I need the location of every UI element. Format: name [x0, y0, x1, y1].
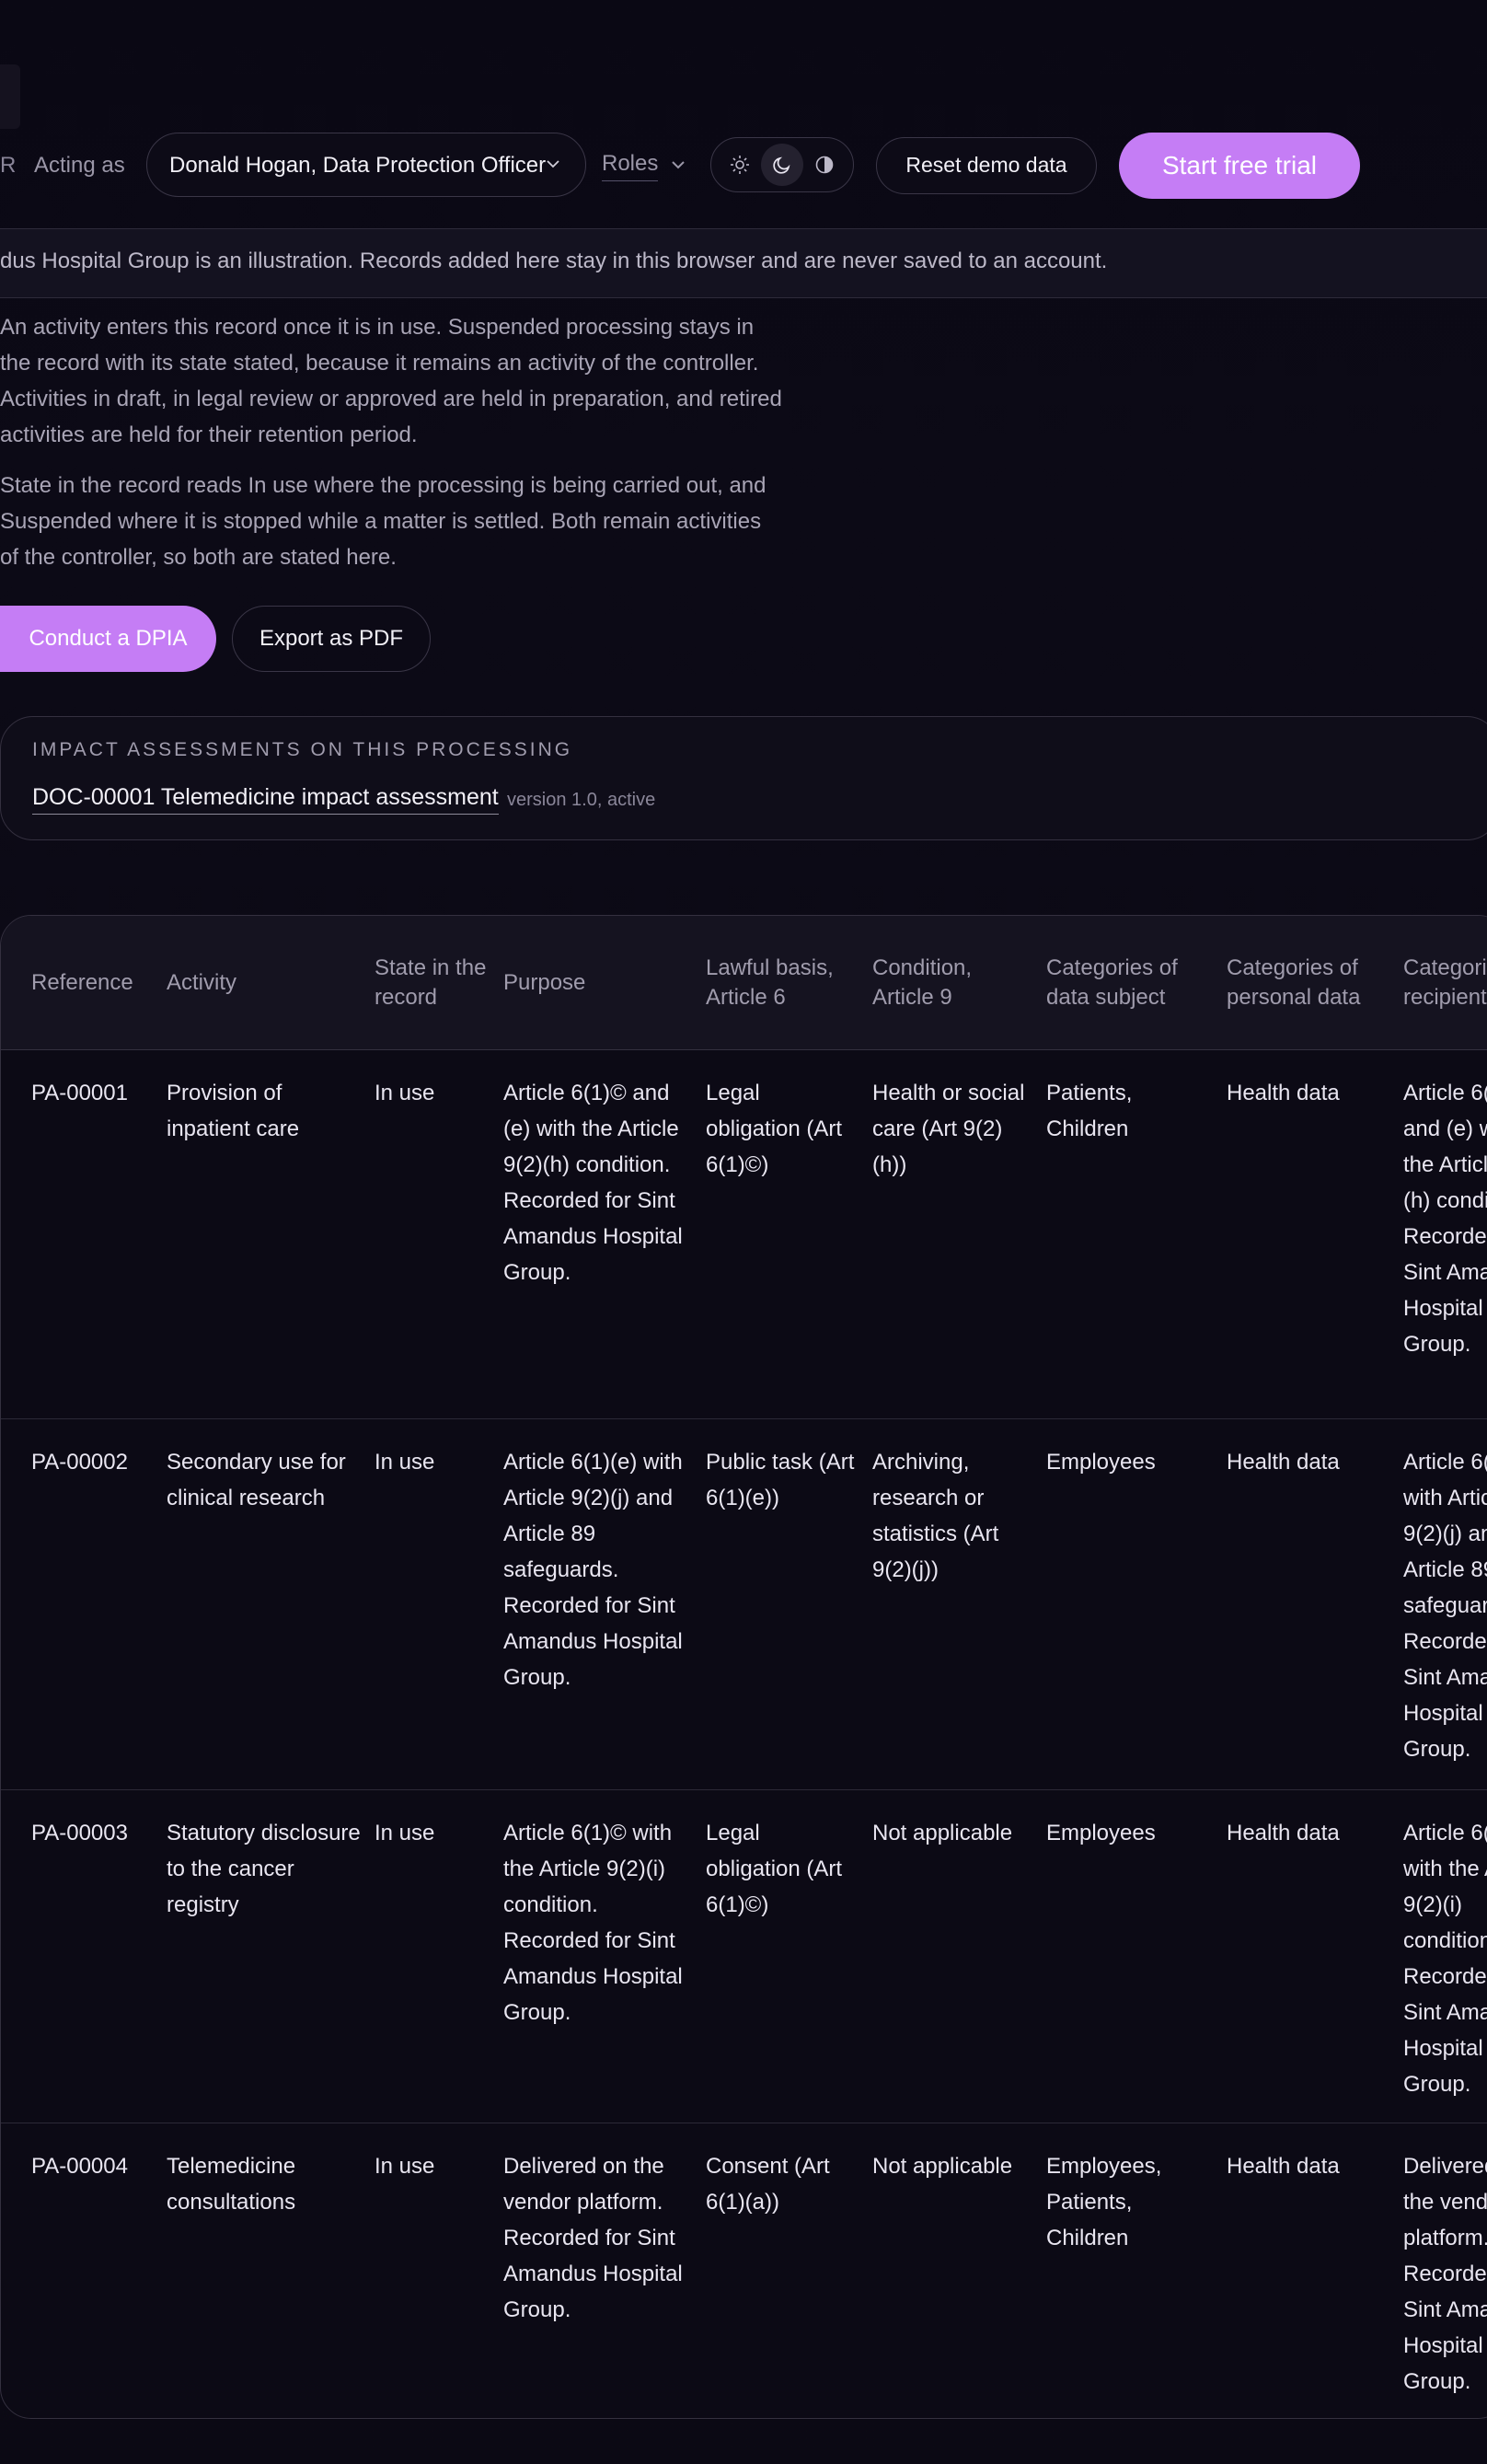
table-cell: PA-00004	[31, 2154, 128, 2179]
demo-notice-text: dus Hospital Group is an illustration. R…	[0, 249, 1108, 273]
table-header-row: Reference Activity State in the record P…	[1, 916, 1487, 1050]
table-cell: Legal obligation (Art 6(1)©)	[706, 1789, 872, 2123]
table-cell: In use	[375, 1418, 503, 1790]
processing-activities-table: Reference Activity State in the record P…	[0, 915, 1487, 2419]
contrast-icon	[815, 156, 834, 174]
roles-menu[interactable]: Roles	[602, 151, 659, 181]
moon-icon	[773, 156, 790, 174]
truncated-header-text: R	[0, 153, 17, 178]
chevron-down-icon	[672, 161, 685, 169]
theme-light-option[interactable]	[719, 144, 761, 186]
table-cell: PA-00001	[1, 1049, 167, 1419]
top-toolbar: R Acting as Donald Hogan, Data Protectio…	[0, 133, 1487, 199]
impact-assessment-version: version 1.0, active	[507, 790, 656, 810]
conduct-dpia-button[interactable]: Conduct a DPIA	[0, 606, 216, 672]
theme-switcher	[710, 137, 854, 192]
column-header: Reference	[1, 916, 167, 1050]
table-row[interactable]: PA-00001 Provision of inpatient care In …	[1, 1049, 1487, 1419]
table-cell: Health data	[1227, 1789, 1403, 2123]
table-cell: Archiving, research or statistics (Art 9…	[872, 1418, 1046, 1790]
theme-contrast-option[interactable]	[803, 144, 846, 186]
table-cell: In use	[375, 1789, 503, 2123]
table-cell: Employees	[1046, 1418, 1227, 1790]
table-cell: Statutory disclosure to the cancer regis…	[167, 1789, 375, 2123]
impact-assessments-card: IMPACT ASSESSMENTS ON THIS PROCESSING DO…	[0, 716, 1487, 840]
acting-as-select[interactable]: Donald Hogan, Data Protection Officer	[146, 133, 586, 197]
table-cell: Health or social care (Art 9(2)(h))	[872, 1049, 1046, 1419]
column-header: Purpose	[503, 916, 706, 1050]
acting-as-label: Acting as	[34, 153, 125, 178]
acting-as-value: Donald Hogan, Data Protection Officer	[169, 153, 547, 178]
column-header: Categories of recipients	[1403, 916, 1487, 1050]
impact-assessment-link[interactable]: DOC-00001 Telemedicine impact assessment	[32, 784, 499, 815]
chevron-down-icon	[547, 160, 559, 168]
table-row[interactable]: PA-00004 Telemedicine consultations In u…	[1, 2123, 1487, 2419]
theme-dark-option[interactable]	[761, 144, 803, 186]
reset-demo-data-button[interactable]: Reset demo data	[876, 137, 1097, 194]
sun-icon	[731, 156, 749, 174]
partial-title-block	[0, 64, 20, 129]
column-header: State in the record	[375, 916, 503, 1050]
table-cell: Legal obligation (Art 6(1)©)	[706, 1049, 872, 1419]
table-cell: Delivered on the vendor platform. Record…	[1403, 2154, 1487, 2394]
column-header: Condition, Article 9	[872, 916, 1046, 1050]
table-cell: Article 6(1)© and (e) with the Article 9…	[1403, 1049, 1487, 1419]
table-cell: Health data	[1227, 1049, 1403, 1419]
column-header: Categories of personal data	[1227, 916, 1403, 1050]
table-cell: Provision of inpatient care	[167, 1049, 375, 1419]
column-header: Categories of data subject	[1046, 916, 1227, 1050]
table-cell: Article 6(1)(e) with Article 9(2)(j) and…	[503, 1418, 706, 1790]
state-explanation-paragraph: State in the record reads In use where t…	[0, 473, 767, 570]
table-cell: Delivered on the vendor platform. Record…	[503, 2154, 683, 2322]
table-cell: PA-00002	[1, 1418, 167, 1790]
table-row[interactable]: PA-00003 Statutory disclosure to the can…	[1, 1789, 1487, 2123]
impact-assessments-title: IMPACT ASSESSMENTS ON THIS PROCESSING	[32, 739, 573, 760]
table-cell: Telemedicine consultations	[167, 2154, 296, 2215]
table-cell: Not applicable	[872, 2154, 1013, 2179]
intro-paragraph: An activity enters this record once it i…	[0, 315, 782, 447]
table-cell: Article 6(1)© with the Article 9(2)(i) c…	[1403, 1789, 1487, 2123]
table-cell: In use	[375, 2154, 435, 2179]
table-cell: Employees	[1046, 1789, 1227, 2123]
table-cell: Secondary use for clinical research	[167, 1418, 375, 1790]
table-cell: Health data	[1227, 2154, 1340, 2179]
column-header: Activity	[167, 916, 375, 1050]
table-cell: Not applicable	[872, 1789, 1046, 2123]
table-row[interactable]: PA-00002 Secondary use for clinical rese…	[1, 1418, 1487, 1790]
table-cell: In use	[375, 1049, 503, 1419]
table-cell: Article 6(1)(e) with Article 9(2)(j) and…	[1403, 1418, 1487, 1790]
table-cell: Employees, Patients, Children	[1046, 2154, 1162, 2250]
table-cell: Consent (Art 6(1)(a))	[706, 2154, 830, 2215]
table-cell: Article 6(1)© with the Article 9(2)(i) c…	[503, 1789, 706, 2123]
column-header: Lawful basis, Article 6	[706, 916, 872, 1050]
demo-notice-banner: dus Hospital Group is an illustration. R…	[0, 228, 1487, 298]
table-cell: Public task (Art 6(1)(e))	[706, 1418, 872, 1790]
start-free-trial-button[interactable]: Start free trial	[1119, 133, 1360, 199]
table-cell: PA-00003	[1, 1789, 167, 2123]
table-cell: Patients, Children	[1046, 1049, 1227, 1419]
table-cell: Health data	[1227, 1418, 1403, 1790]
export-pdf-button[interactable]: Export as PDF	[232, 606, 431, 672]
table-cell: Article 6(1)© and (e) with the Article 9…	[503, 1049, 706, 1419]
